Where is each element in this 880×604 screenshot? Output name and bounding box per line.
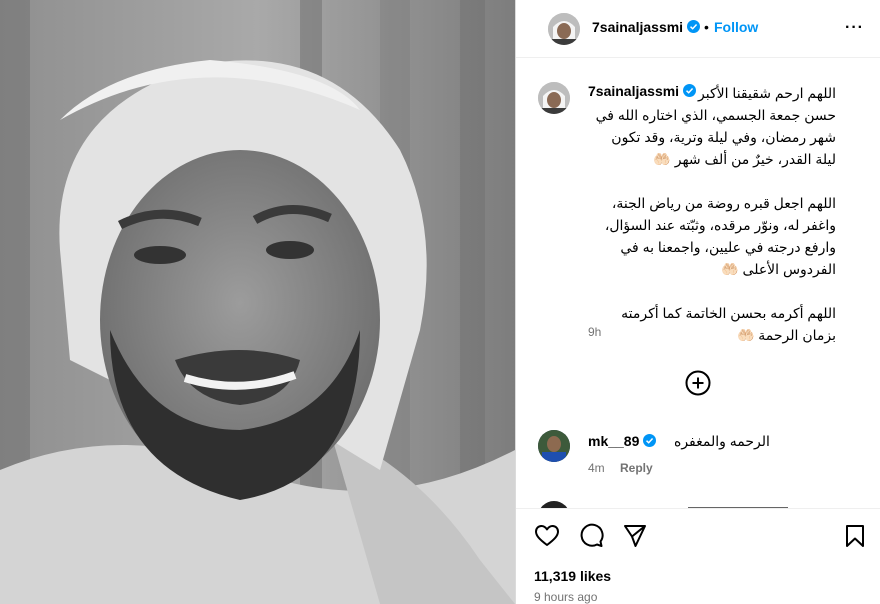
paper-plane-icon[interactable]: [622, 523, 648, 549]
author-username[interactable]: 7sainaljassmi: [592, 19, 701, 35]
like-count[interactable]: 11,319 likes: [534, 568, 611, 584]
verified-badge-icon: [643, 434, 657, 447]
separator-dot: •: [704, 19, 709, 35]
comment-reply-button[interactable]: Reply: [620, 461, 653, 475]
comment-username[interactable]: mk__89: [588, 433, 657, 449]
commenter-avatar[interactable]: [538, 430, 570, 462]
comment-username-text: mk__89: [588, 433, 640, 449]
more-options-icon[interactable]: ···: [845, 19, 864, 37]
avatar-image: [538, 430, 570, 462]
post-timestamp: 9 hours ago: [534, 590, 598, 604]
post-image[interactable]: [0, 0, 515, 604]
comment-text: الرحمه والمغفره: [674, 433, 770, 449]
author-avatar[interactable]: [548, 13, 580, 45]
comment-timestamp: 4m: [588, 461, 605, 475]
portrait-photo: [0, 0, 515, 604]
avatar-image: [538, 82, 570, 114]
caption-timestamp: 9h: [588, 325, 602, 339]
heart-icon[interactable]: [534, 523, 560, 549]
author-username-text: 7sainaljassmi: [592, 19, 684, 35]
caption-text: اللهم ارحم شقيقنا الأكبر حسن جمعة الجسمي…: [595, 85, 836, 343]
post-header: 7sainaljassmi • Follow ···: [516, 0, 880, 58]
bookmark-icon[interactable]: [842, 523, 868, 549]
verified-badge-icon: [687, 20, 701, 33]
avatar-image: [548, 13, 580, 45]
plus-circle-icon[interactable]: [685, 370, 711, 396]
caption-author-avatar[interactable]: [538, 82, 570, 114]
action-bar: 11,319 likes 9 hours ago: [516, 508, 880, 604]
follow-button[interactable]: Follow: [714, 19, 758, 35]
post-details-panel: 7sainaljassmi • Follow ··· 7sainaljassmi…: [515, 0, 880, 604]
comment-bubble-icon[interactable]: [578, 523, 604, 549]
